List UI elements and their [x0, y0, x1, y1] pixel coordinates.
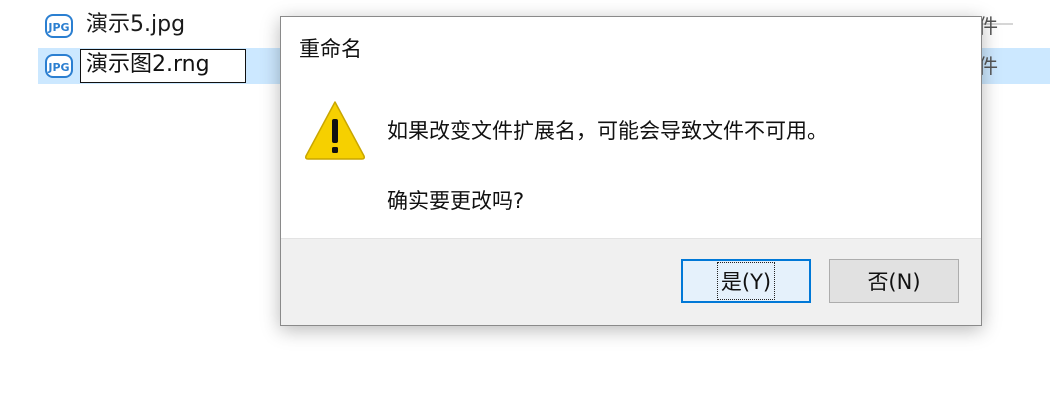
no-button-label: 否(N) [867, 270, 921, 294]
svg-text:JPG: JPG [47, 21, 69, 34]
yes-button-label: 是(Y) [716, 262, 776, 300]
warning-message: 如果改变文件扩展名，可能会导致文件不可用。 [387, 119, 828, 143]
no-button[interactable]: 否(N) [829, 259, 959, 303]
dialog-button-bar: 是(Y) 否(N) [281, 238, 981, 325]
file-name: 演示5.jpg [86, 12, 186, 37]
yes-button[interactable]: 是(Y) [681, 259, 811, 303]
confirm-question: 确实要更改吗? [387, 189, 525, 213]
warning-icon [305, 101, 365, 160]
rename-dialog: 重命名 如果改变文件扩展名，可能会导致文件不可用。 确实要更改吗? 是(Y) 否… [280, 16, 982, 326]
jpg-file-icon: JPG [45, 54, 73, 78]
jpg-file-icon: JPG [45, 14, 73, 38]
svg-text:JPG: JPG [47, 61, 69, 74]
rename-input[interactable]: 演示图2.rng [80, 49, 246, 83]
dialog-title: 重命名 [299, 37, 362, 61]
